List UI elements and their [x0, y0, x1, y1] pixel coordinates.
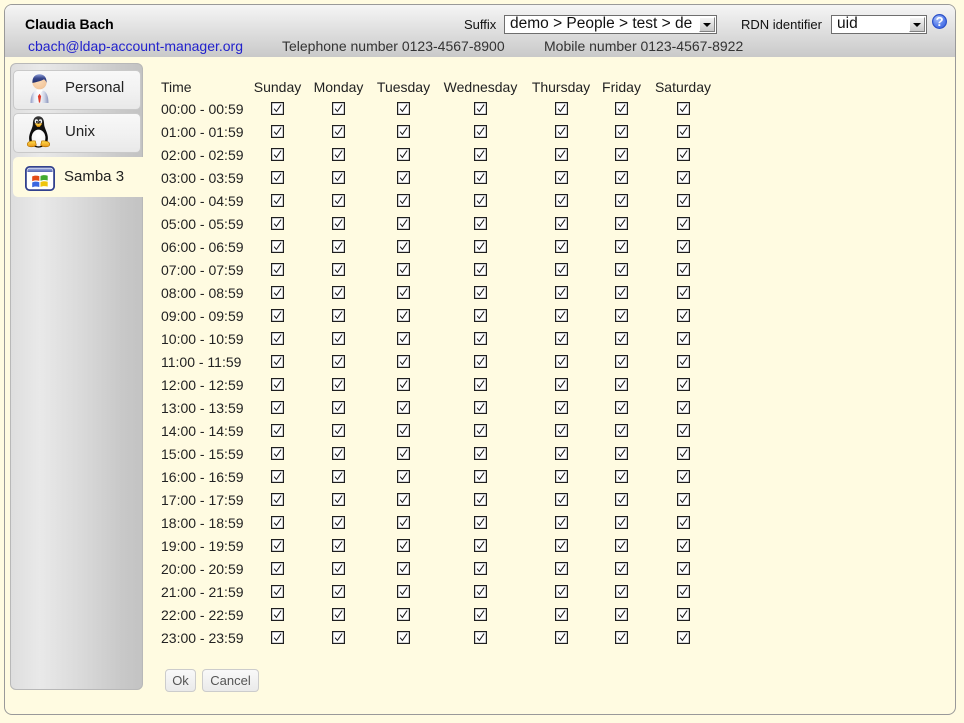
svg-text:?: ?	[936, 14, 944, 29]
